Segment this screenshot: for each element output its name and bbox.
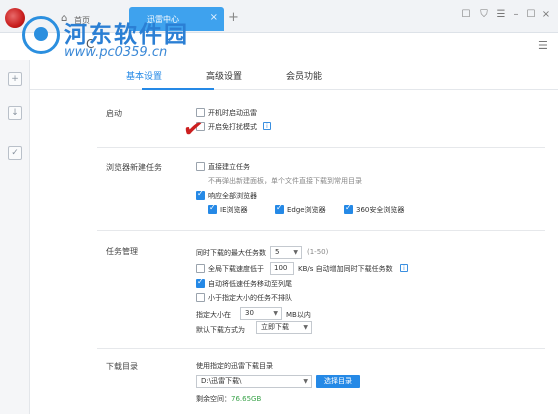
choose-dir-button[interactable]: 选择目录 (316, 375, 360, 388)
autostart-label: 开机时启动迅雷 (208, 109, 257, 117)
max-tasks-value: 5 (275, 248, 280, 256)
new-tab-icon[interactable]: + (228, 10, 239, 25)
global-speed-input[interactable]: 100 (270, 262, 294, 275)
left-sidebar: + ↓ ✓ (0, 60, 30, 414)
edge-checkbox[interactable] (275, 203, 284, 214)
add-task-icon[interactable]: + (8, 72, 22, 86)
free-space-row: 剩余空间：76.65GB (196, 394, 261, 404)
completed-icon[interactable]: ✓ (8, 146, 22, 160)
no-queue-label: 小于指定大小的任务不排队 (208, 294, 292, 302)
max-tasks-label: 同时下载的最大任务数 (196, 249, 266, 257)
active-tab-underline (142, 88, 214, 90)
chevron-down-icon: ▼ (293, 249, 298, 256)
section-new-task-label: 浏览器新建任务 (106, 163, 162, 172)
no-queue-checkbox[interactable] (196, 293, 205, 302)
respond-browsers-label: 响应全部浏览器 (208, 192, 257, 200)
respond-browsers-checkbox[interactable] (196, 189, 205, 200)
free-space-label: 剩余空间： (196, 395, 231, 403)
minimize-icon[interactable]: – (510, 9, 522, 20)
dnd-label: 开启免打扰模式 (208, 123, 257, 131)
info-icon[interactable]: i (263, 122, 271, 130)
watermark-title: 河东软件园 (64, 22, 189, 48)
section-startup-label: 启动 (106, 109, 122, 118)
max-tasks-range: (1-50) (307, 248, 329, 256)
edge-label: Edge浏览器 (287, 206, 326, 214)
size-select[interactable]: 30 ▼ (240, 307, 282, 320)
divider (97, 348, 545, 349)
download-dir-value: D:\迅雷下载\ (201, 377, 242, 385)
auto-move-label: 自动将低速任务移动至列尾 (208, 280, 292, 288)
360-label: 360安全浏览器 (356, 206, 405, 214)
size-unit: MB以内 (286, 311, 311, 319)
section-task-mgmt-label: 任务管理 (106, 247, 138, 256)
watermark-logo-icon (22, 16, 60, 54)
info-icon[interactable]: i (400, 264, 408, 272)
ie-checkbox[interactable] (208, 203, 217, 214)
skin-icon[interactable]: ☐ (460, 9, 472, 20)
default-mode-value: 立即下载 (261, 323, 289, 331)
global-speed-checkbox[interactable] (196, 264, 205, 273)
tab-basic-settings[interactable]: 基本设置 (126, 69, 162, 82)
maximize-icon[interactable]: ☐ (525, 9, 537, 20)
direct-task-checkbox[interactable] (196, 162, 205, 171)
thunder-logo-icon[interactable] (5, 8, 25, 28)
tab-member-features[interactable]: 会员功能 (286, 69, 322, 82)
size-label: 指定大小在 (196, 311, 231, 319)
watermark-url: www.pc0359.cn (64, 45, 168, 60)
more-menu-icon[interactable]: ☰ (538, 39, 548, 52)
max-tasks-select[interactable]: 5 ▼ (270, 246, 302, 259)
shirt-icon[interactable]: ⛉ (478, 9, 490, 20)
divider (97, 147, 545, 148)
ie-label: IE浏览器 (220, 206, 248, 214)
divider (97, 230, 545, 231)
tab-advanced-settings[interactable]: 高级设置 (206, 69, 242, 82)
chevron-down-icon: ▼ (303, 324, 308, 331)
360-checkbox[interactable] (344, 203, 353, 214)
downloading-icon[interactable]: ↓ (8, 106, 22, 120)
default-mode-label: 默认下载方式为 (196, 326, 245, 334)
settings-tabbar: 基本设置 高级设置 会员功能 (30, 60, 558, 90)
auto-move-checkbox[interactable] (196, 277, 205, 288)
chevron-down-icon: ▼ (303, 378, 308, 385)
red-checkmark-annotation-icon: ✔ (181, 113, 205, 145)
free-space-value: 76.65GB (231, 395, 262, 403)
chevron-down-icon: ▼ (273, 310, 278, 317)
direct-task-hint: 不再弹出新建面板，单个文件直接下载到常用目录 (208, 177, 362, 185)
use-dir-label: 使用指定的迅雷下载目录 (196, 362, 273, 370)
section-download-dir-label: 下载目录 (106, 362, 138, 371)
close-icon[interactable]: × (540, 9, 552, 20)
size-value: 30 (245, 309, 254, 317)
global-speed-label: 全局下载速度低于 (208, 265, 264, 273)
tab-close-icon[interactable]: × (210, 12, 218, 23)
default-mode-select[interactable]: 立即下载 ▼ (256, 321, 312, 334)
global-speed-suffix: KB/s 自动增加同时下载任务数 (298, 265, 393, 273)
download-dir-select[interactable]: D:\迅雷下载\ ▼ (196, 375, 312, 388)
direct-task-label: 直接建立任务 (208, 163, 250, 171)
main-menu-icon[interactable]: ☰ (495, 9, 507, 20)
